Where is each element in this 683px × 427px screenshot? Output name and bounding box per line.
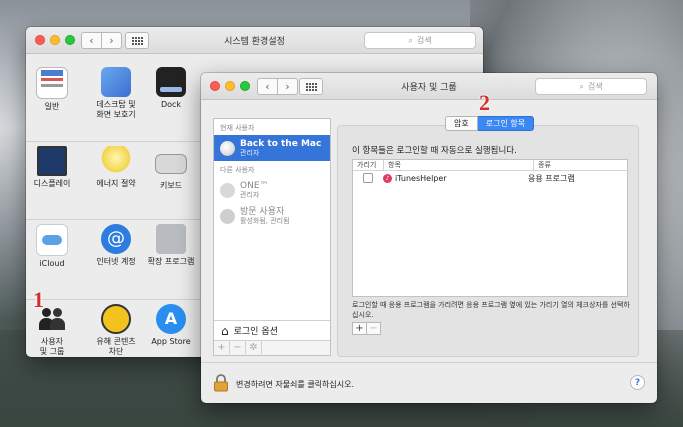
hide-checkbox[interactable]: [363, 173, 373, 183]
pref-label: 유해 콘텐츠 차단: [96, 337, 136, 356]
app-store-icon: A: [156, 304, 186, 334]
add-user-button[interactable]: +: [214, 341, 230, 354]
dock-icon: [156, 67, 186, 97]
baseball-avatar-icon: [220, 140, 235, 156]
pref-icloud[interactable]: iCloud: [26, 224, 82, 269]
search-field[interactable]: ⌕ 검색: [535, 78, 647, 95]
at-icon: @: [101, 224, 131, 254]
user-list-item[interactable]: Back to the Mac 관리자: [214, 135, 330, 161]
login-items-table[interactable]: 가리기 항목 종류 ♪ iTunesHelper 응용 프로그램: [352, 159, 628, 297]
hide-cell: [353, 173, 383, 183]
kind-cell: 응용 프로그램: [528, 173, 575, 183]
remove-user-button[interactable]: −: [230, 341, 246, 354]
display-icon: [37, 146, 67, 176]
current-user-header: 현재 사용자: [220, 124, 255, 132]
lock-icon[interactable]: [213, 374, 229, 392]
tab-password[interactable]: 암호: [445, 116, 478, 131]
puzzle-icon: [156, 224, 186, 254]
pref-label: Dock: [160, 100, 182, 109]
tab-bar: 암호 로그인 항목: [445, 116, 535, 131]
remove-item-button[interactable]: −: [367, 322, 381, 335]
pref-dock[interactable]: Dock: [141, 67, 201, 110]
user-role: 관리자: [240, 149, 260, 157]
user-name: 방문 사용자: [240, 207, 285, 217]
user-name: Back to the Mac: [240, 139, 322, 149]
pref-label: 인터넷 계정: [96, 257, 136, 266]
search-placeholder: 검색: [416, 36, 432, 45]
users-groups-window: ‹ › 사용자 및 그룹 ⌕ 검색 현재 사용자 Back to the Mac…: [201, 73, 657, 403]
pref-parental-controls[interactable]: 유해 콘텐츠 차단: [86, 304, 146, 357]
titlebar: ‹ › 사용자 및 그룹 ⌕ 검색: [201, 73, 657, 100]
pref-label: 일반: [44, 102, 60, 111]
person-avatar-icon: [220, 182, 235, 198]
table-header: 가리기 항목 종류: [353, 160, 627, 171]
search-icon: ⌕: [579, 81, 584, 91]
pref-label: iCloud: [39, 259, 65, 268]
table-row[interactable]: ♪ iTunesHelper 응용 프로그램: [353, 171, 627, 185]
annotation-marker: 1: [33, 287, 44, 312]
column-header-item[interactable]: 항목: [384, 160, 534, 170]
user-role: 활성화됨, 관리됨: [240, 217, 290, 225]
guest-avatar-icon: [220, 208, 235, 224]
pref-energy[interactable]: 에너지 절약: [86, 146, 146, 189]
desktop-icon: [101, 67, 131, 97]
pref-label: 키보드: [159, 181, 183, 190]
item-name: iTunesHelper: [395, 173, 447, 183]
pref-label: 데스크탑 및 화면 보호기: [96, 100, 136, 119]
user-list-item[interactable]: 방문 사용자 활성화됨, 관리됨: [214, 203, 330, 229]
add-item-button[interactable]: +: [352, 322, 367, 335]
gear-icon[interactable]: ✲: [246, 341, 262, 354]
user-name: ONE™: [240, 181, 269, 191]
user-list-toolbar: + − ✲: [214, 340, 330, 355]
login-items-panel: 이 항목들은 로그인할 때 자동으로 실행됩니다. 가리기 항목 종류 ♪ iT…: [337, 125, 639, 357]
instruction-text: 로그인할 때 응용 프로그램을 가리려면 응용 프로그램 옆에 있는 가리기 열…: [352, 301, 630, 319]
pref-label: 디스플레이: [33, 179, 71, 188]
pref-label: 확장 프로그램: [147, 257, 195, 266]
user-list: 현재 사용자 Back to the Mac 관리자 다른 사용자 ONE™ 관…: [213, 118, 331, 356]
pref-desktop[interactable]: 데스크탑 및 화면 보호기: [86, 67, 146, 120]
titlebar: ‹ › 시스템 환경설정 ⌕ 검색: [26, 27, 483, 54]
user-role: 관리자: [240, 191, 260, 199]
keyboard-icon: [155, 154, 187, 174]
icloud-icon: [36, 224, 68, 256]
panel-title: 이 항목들은 로그인할 때 자동으로 실행됩니다.: [352, 146, 517, 156]
house-icon: ⌂: [221, 323, 229, 338]
column-header-kind[interactable]: 종류: [534, 160, 627, 170]
itunes-icon: ♪: [383, 173, 392, 183]
pref-label: 사용자 및 그룹: [39, 337, 65, 356]
bottom-bar: 변경하려면 자물쇠를 클릭하십시오. ?: [201, 362, 657, 403]
column-header-hide[interactable]: 가리기: [353, 160, 384, 170]
search-icon: ⌕: [408, 35, 413, 45]
pref-app-store[interactable]: A App Store: [141, 304, 201, 347]
annotation-marker: 2: [479, 90, 490, 115]
login-items-toolbar: + −: [352, 322, 381, 335]
pref-label: 에너지 절약: [96, 179, 136, 188]
user-list-item[interactable]: ONE™ 관리자: [214, 177, 330, 203]
login-options-label: 로그인 옵션: [233, 327, 278, 337]
parental-controls-icon: [101, 304, 131, 334]
search-field[interactable]: ⌕ 검색: [364, 32, 476, 49]
pref-label: App Store: [151, 337, 191, 346]
pref-extensions[interactable]: 확장 프로그램: [141, 224, 201, 267]
lightbulb-icon: [101, 146, 131, 176]
login-options-item[interactable]: ⌂ 로그인 옵션: [214, 320, 330, 340]
help-button[interactable]: ?: [630, 375, 645, 390]
lock-text: 변경하려면 자물쇠를 클릭하십시오.: [236, 380, 355, 389]
tab-login-items[interactable]: 로그인 항목: [477, 116, 535, 131]
item-cell: ♪ iTunesHelper: [383, 173, 528, 183]
pref-keyboard[interactable]: 키보드: [141, 146, 201, 191]
other-users-header: 다른 사용자: [220, 166, 255, 174]
search-placeholder: 검색: [587, 82, 603, 91]
pref-displays[interactable]: 디스플레이: [26, 146, 82, 189]
pref-internet-accounts[interactable]: @ 인터넷 계정: [86, 224, 146, 267]
pref-general[interactable]: 일반: [26, 67, 82, 112]
general-icon: [36, 67, 68, 99]
